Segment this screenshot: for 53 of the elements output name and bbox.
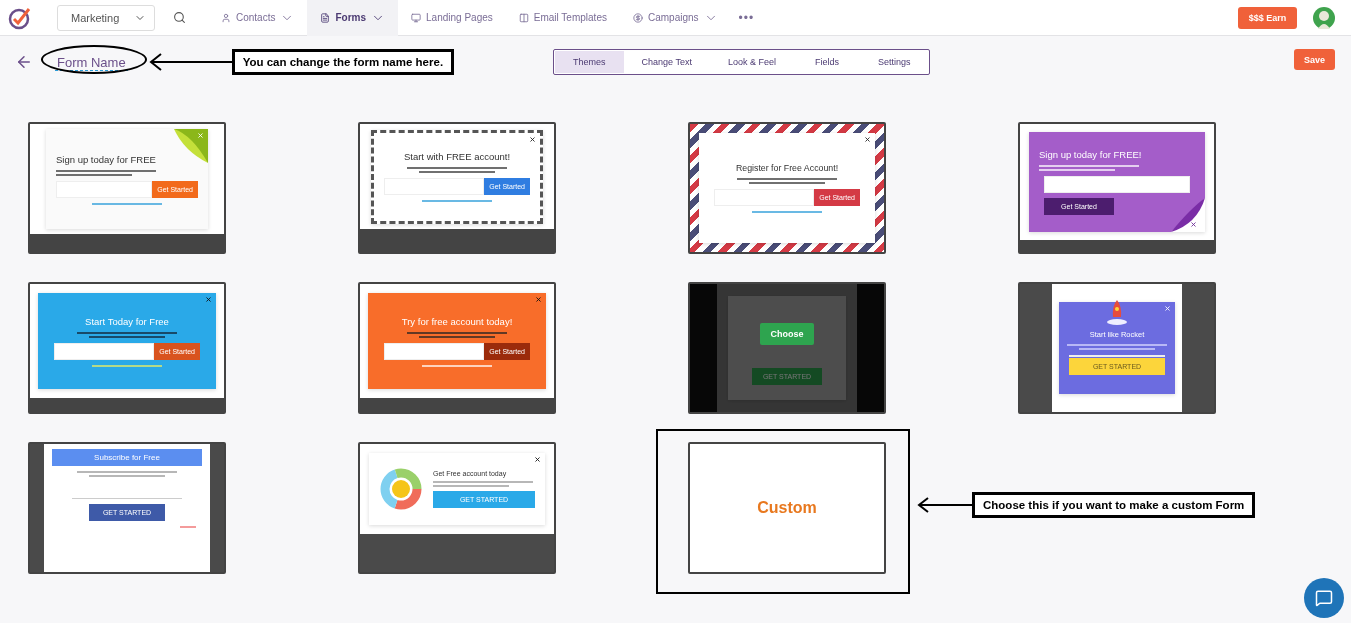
tab[interactable]: Change Text [623, 51, 710, 73]
form-title: Try for free account today! [401, 315, 513, 327]
link-line [92, 202, 162, 205]
close-icon [1190, 221, 1197, 228]
form-title: Start with FREE account! [403, 151, 511, 162]
more-menu[interactable]: ••• [738, 10, 755, 25]
donut-chart-icon [379, 467, 423, 511]
close-icon [534, 456, 541, 463]
search-icon[interactable] [173, 11, 186, 24]
custom-label: Custom [757, 499, 817, 517]
link-line [422, 200, 492, 202]
link-line [752, 211, 822, 213]
form-title: Start Today for Free [85, 315, 169, 327]
close-icon [197, 132, 204, 139]
arrow-icon [916, 497, 972, 513]
workspace-select[interactable]: Marketing [57, 4, 155, 31]
nav-item[interactable]: Email Templates [505, 0, 620, 36]
form-title: Subscribe for Free [52, 449, 202, 466]
avatar-icon[interactable] [1313, 6, 1335, 29]
chat-button[interactable] [1304, 578, 1344, 618]
nav-item[interactable]: Landing Pages [398, 0, 506, 36]
tab[interactable]: Fields [793, 51, 860, 73]
page-curl-icon [174, 129, 208, 163]
coin-icon [632, 12, 643, 23]
nav-item[interactable]: Campaigns [619, 0, 731, 36]
page-curl-icon [1171, 198, 1205, 232]
annotation-note: You can change the form name here. [231, 49, 455, 75]
monitor-icon [411, 12, 422, 23]
tab[interactable]: Settings [859, 51, 929, 73]
arrow-icon [147, 53, 232, 71]
close-icon [205, 296, 212, 303]
nav-item[interactable]: Contacts [208, 0, 308, 36]
nav-item[interactable]: Forms [307, 0, 399, 36]
tab[interactable]: Look & Feel [709, 51, 794, 73]
person-icon [221, 12, 231, 23]
close-icon [529, 135, 536, 143]
link-line [422, 364, 492, 367]
close-icon [1164, 305, 1171, 312]
form-name[interactable]: Form Name [55, 55, 128, 71]
link-line [92, 364, 162, 367]
form-title: Register for Free Account! [735, 163, 839, 173]
document-icon [320, 12, 331, 23]
tab[interactable]: Themes [555, 51, 624, 73]
chat-icon [1315, 589, 1333, 607]
rocket-icon [1106, 299, 1128, 325]
link-line [180, 526, 196, 528]
columns-icon [518, 12, 529, 23]
logo-icon[interactable] [8, 5, 32, 30]
close-icon [535, 296, 542, 303]
form-title: Sign up today for FREE [56, 153, 156, 165]
form-title: Sign up today for FREE! [1039, 149, 1142, 160]
close-icon [864, 136, 871, 143]
annotation-note: Choose this if you want to make a custom Form [972, 492, 1256, 518]
